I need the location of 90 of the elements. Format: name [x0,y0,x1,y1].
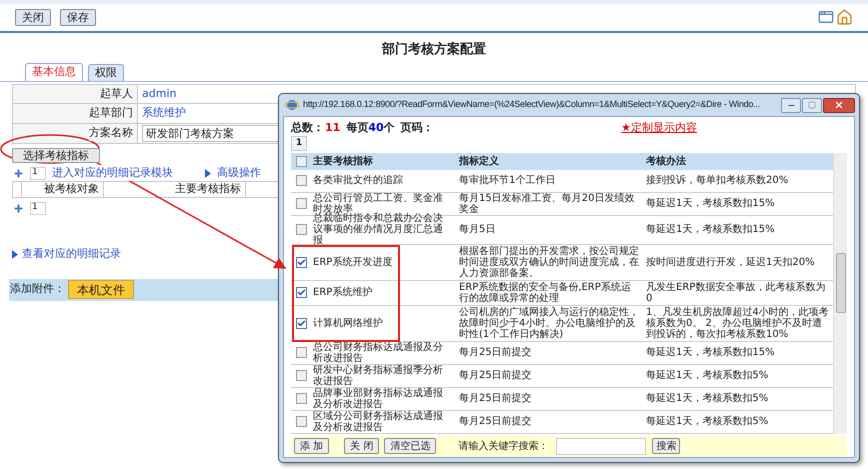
add-icon[interactable] [13,202,24,214]
definition-cell: 每月25日前提交 [459,393,532,404]
indicator-cell-text: 研发中心财务指标通报季分析改进报告 [313,364,444,387]
checkbox[interactable] [296,175,307,186]
page-label: 页码： [400,120,434,136]
definition-cell: 每月5日 [459,224,496,236]
field-label: 方案名称 [89,124,133,142]
definition-cell: ERP系统数据的安全与备份,ERP系统运行的故障或异常的处理 [459,282,631,304]
method-cell: 每延迟1天，考核系数扣15% [646,347,775,358]
footer-button[interactable]: 添 加 [294,438,330,454]
column-header: 主要考核指标 [175,181,241,198]
toolbar-button[interactable]: 保存 [60,9,96,26]
indicator-cell-text: 区域分公司财务指标达成通报及分析改进报告 [313,410,444,433]
definition-cell: 每月25日前提交 [459,416,532,428]
attachment-label: 添加附件： [10,281,65,298]
close-button[interactable] [823,98,855,112]
column-header: 被考核对象 [44,181,99,198]
home-icon[interactable] [836,9,853,26]
total-count: 11 [325,120,340,136]
row-field[interactable]: 1 [30,202,46,214]
toolbar-button[interactable]: 关闭 [15,9,51,26]
browser-icon [285,98,299,112]
page-button[interactable]: 1 [291,136,307,151]
search-button[interactable]: 搜索 [652,438,680,454]
per-page-count: 40 [368,120,384,136]
checkbox[interactable] [296,156,307,167]
definition-cell: 公司机房的广域网接入与运行的稳定性，故障时间少于4小时。办公电脑维护的及时性(1个工作日内解决) [459,306,639,340]
checkbox[interactable] [296,224,307,236]
indicator-cell: ERP系统开发进度 [313,256,392,268]
minimize-button[interactable] [781,98,801,112]
field-label: 起草人 [100,86,133,102]
indicator-cell-text: 总裁临时指令和总裁办公会决议事项的催办情况月度汇总通报 [313,213,444,246]
per-page-unit: 个 [384,120,395,136]
field-value: admin [142,86,176,102]
method-cell: 每延迟1天，考核系数扣15% [646,224,775,236]
column-header: 指标定义 [459,156,499,167]
detail-link[interactable]: 进入对应的明细记录模块 [52,164,173,182]
advanced-link[interactable]: 高级操作 [217,164,261,182]
add-icon[interactable] [13,168,24,178]
checkbox[interactable] [296,198,307,210]
indicator-cell: 各类审批文件的追踪 [313,175,403,186]
column-header: 主要考核指标 [313,154,373,169]
checkbox[interactable] [296,318,307,329]
local-file-button[interactable]: 本机文件 [68,280,134,299]
checkbox[interactable] [296,370,307,382]
definition-cell: 根据各部门提出的开发需求，按公司规定时间进度或双方确认的时间进度完成，在人力资源部备案。 [459,246,639,279]
search-field[interactable] [556,438,646,455]
method-cell: 每延迟1天，考核系数扣5% [646,416,768,428]
indicator-cell-text: 总公司财务指标达成通报及分析改进报告 [313,342,444,364]
footer-button[interactable]: 清空已选 [384,438,436,454]
window-title: http://192.168.0.12:8900/?ReadForm&ViewName=(%24SelectView)&Column=1&MultiSelect=Y&Query2=&Dire - Windo... [303,98,761,112]
method-cell: 每延迟1天，考核系数扣5% [646,370,768,382]
checkbox[interactable] [296,393,307,404]
view-detail-link[interactable]: 查看对应的明细记录 [22,246,121,262]
method-cell: 接到投诉，每单扣考核系数20% [646,175,788,186]
checkbox[interactable] [296,347,307,358]
method-cell: 凡发生ERP数据安全事故，此考核系数为0 [646,282,826,304]
checkbox[interactable] [296,287,307,298]
method-cell: 每延迟1天，考核系数扣15% [646,198,775,210]
window-icon[interactable] [818,9,834,25]
indicator-cell: ERP系统维护 [313,287,372,298]
page-title: 部门考核方案配置 [382,40,486,59]
checkbox[interactable] [296,256,307,268]
maximize-button[interactable] [802,98,822,112]
indicator-cell: 计算机网络维护 [313,318,383,329]
footer-button[interactable]: 关 闭 [344,438,380,454]
triangle-icon [12,250,18,259]
tab[interactable]: 基本信息 [25,62,83,80]
field-value: 系统维护 [142,105,186,121]
column-header: 考核办法 [646,156,686,167]
select-indicator-button[interactable]: 选择考核指标 [12,148,100,162]
method-cell: 每延迟1天，考核系数扣5% [646,393,768,404]
custom-display-link[interactable]: ★定制显示内容 [621,120,697,136]
count-field[interactable]: 1 [30,166,46,180]
definition-cell: 每月15日发标准工资、每月20日发绩效奖金 [459,192,634,215]
total-label: 总数： [291,120,324,136]
definition-cell: 每月25日前提交 [459,370,532,382]
method-cell: 按时间进度进行开发，延迟1天扣20% [646,256,815,268]
per-page-label: 每页 [346,120,368,136]
maximize-icon [808,101,816,109]
definition-cell: 每月25日前提交 [459,347,532,358]
method-cell: 1、凡发生机房故障超过4小时的，此项考核系数为0。 2、办公电脑维护不及时遭到投诉的，每次扣考核系数10% [646,306,829,340]
tab[interactable]: 权限 [88,64,124,80]
scrollbar[interactable] [833,153,847,434]
triangle-icon [205,168,211,178]
indicator-cell-text: 品牌事业部财务指标达成通报及分析改进报告 [313,388,444,410]
definition-cell: 每审批环节1个工作日 [459,175,556,186]
close-icon [834,100,844,110]
checkbox[interactable] [296,416,307,428]
search-label: 请输入关键字搜索： [458,440,548,454]
